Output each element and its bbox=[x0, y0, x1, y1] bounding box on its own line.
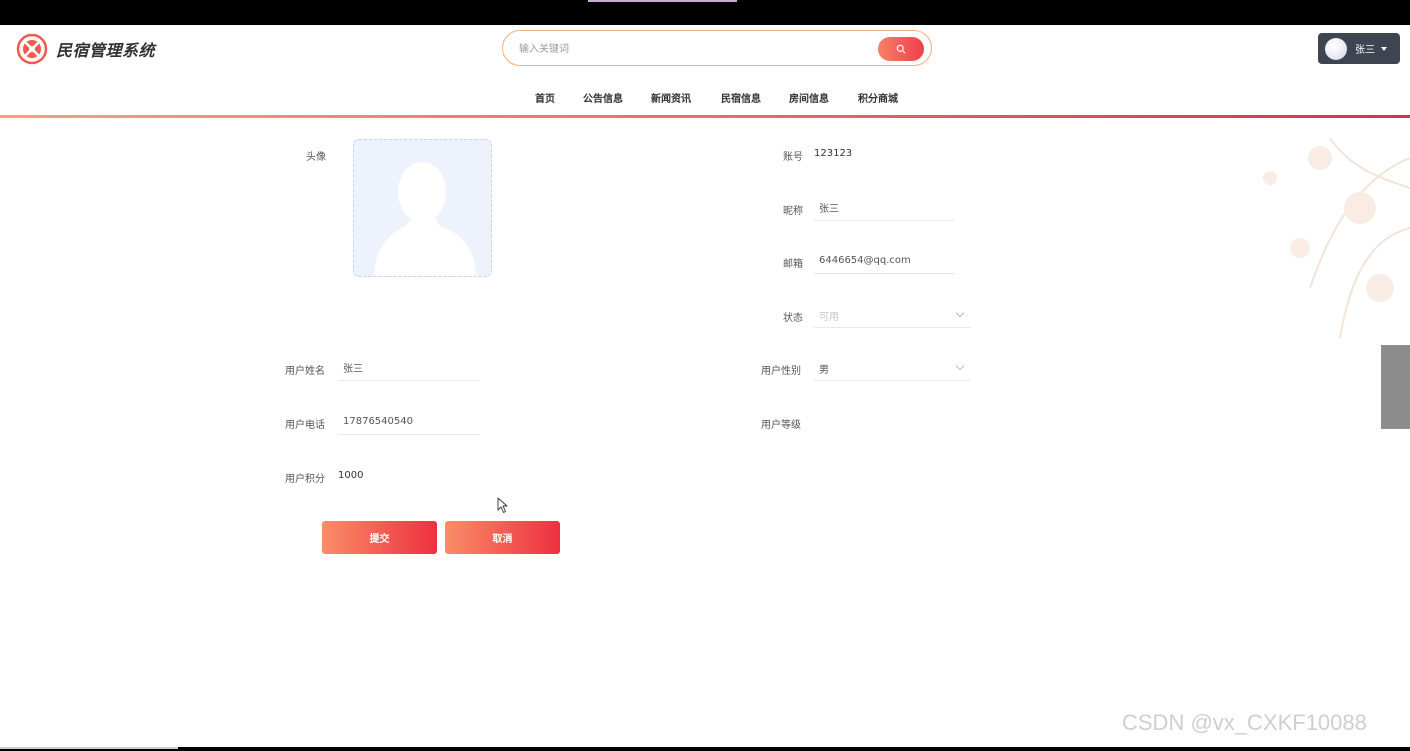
nav-item-announcements[interactable]: 公告信息 bbox=[583, 90, 623, 105]
search-button[interactable] bbox=[878, 37, 924, 61]
account-label: 账号 bbox=[783, 152, 803, 163]
email-label: 邮箱 bbox=[783, 259, 803, 270]
points-value: 1000 bbox=[338, 470, 364, 481]
gender-value: 男 bbox=[819, 365, 829, 376]
logo-icon bbox=[16, 33, 48, 65]
main-nav: 首页 公告信息 新闻资讯 民宿信息 房间信息 积分商城 bbox=[0, 87, 1410, 109]
realname-label: 用户姓名 bbox=[285, 366, 325, 377]
nav-item-news[interactable]: 新闻资讯 bbox=[651, 90, 691, 105]
side-tab[interactable] bbox=[1381, 345, 1410, 429]
level-label: 用户等级 bbox=[761, 420, 801, 431]
account-value: 123123 bbox=[814, 148, 853, 159]
mouse-cursor-icon bbox=[497, 497, 508, 513]
username: 张三 bbox=[1355, 45, 1375, 56]
watermark: CSDN @vx_CXKF10088 bbox=[1122, 710, 1367, 735]
header-divider bbox=[0, 115, 1410, 118]
status-label: 状态 bbox=[783, 313, 803, 324]
status-select[interactable]: 可用 bbox=[814, 302, 971, 328]
logo[interactable]: 民宿管理系统 bbox=[16, 33, 155, 65]
nav-item-rooms[interactable]: 房间信息 bbox=[789, 90, 829, 105]
chevron-down-icon bbox=[955, 361, 965, 371]
nickname-field bbox=[814, 195, 955, 221]
email-input[interactable] bbox=[814, 248, 955, 273]
phone-label: 用户电话 bbox=[285, 420, 325, 431]
submit-button[interactable]: 提交 bbox=[322, 521, 437, 554]
gender-label: 用户性别 bbox=[761, 366, 801, 377]
caret-down-icon bbox=[1381, 46, 1387, 51]
search-box bbox=[502, 30, 932, 66]
points-label: 用户积分 bbox=[285, 474, 325, 485]
gender-select[interactable]: 男 bbox=[814, 355, 971, 381]
site-header: 民宿管理系统 张三 首页 公告信息 新闻资讯 民宿信息 房间信息 积分商城 bbox=[0, 25, 1410, 118]
avatar-label: 头像 bbox=[306, 152, 326, 163]
nav-item-points-mall[interactable]: 积分商城 bbox=[858, 90, 898, 105]
tab-highlight bbox=[588, 0, 737, 2]
phone-input[interactable] bbox=[338, 409, 480, 434]
realname-field bbox=[338, 355, 480, 381]
app-title: 民宿管理系统 bbox=[56, 41, 156, 60]
realname-input[interactable] bbox=[338, 355, 480, 380]
chevron-down-icon bbox=[955, 308, 965, 318]
bottom-bar bbox=[0, 747, 1410, 751]
nav-item-homestays[interactable]: 民宿信息 bbox=[721, 90, 761, 105]
email-field bbox=[814, 248, 955, 274]
status-value: 可用 bbox=[819, 312, 839, 323]
floral-decoration bbox=[1263, 137, 1410, 339]
phone-field bbox=[338, 409, 480, 435]
avatar-upload[interactable] bbox=[353, 139, 492, 277]
nickname-label: 昵称 bbox=[783, 206, 803, 217]
cancel-button[interactable]: 取消 bbox=[445, 521, 560, 554]
search-input[interactable] bbox=[517, 39, 861, 59]
avatar-placeholder-icon bbox=[374, 162, 476, 276]
browser-top-bar bbox=[0, 0, 1410, 25]
user-menu[interactable]: 张三 bbox=[1318, 33, 1400, 64]
nickname-input[interactable] bbox=[814, 195, 955, 220]
search-icon bbox=[896, 44, 906, 54]
bottom-bar-segment bbox=[0, 747, 178, 749]
nav-item-home[interactable]: 首页 bbox=[535, 90, 555, 105]
avatar bbox=[1325, 37, 1347, 60]
